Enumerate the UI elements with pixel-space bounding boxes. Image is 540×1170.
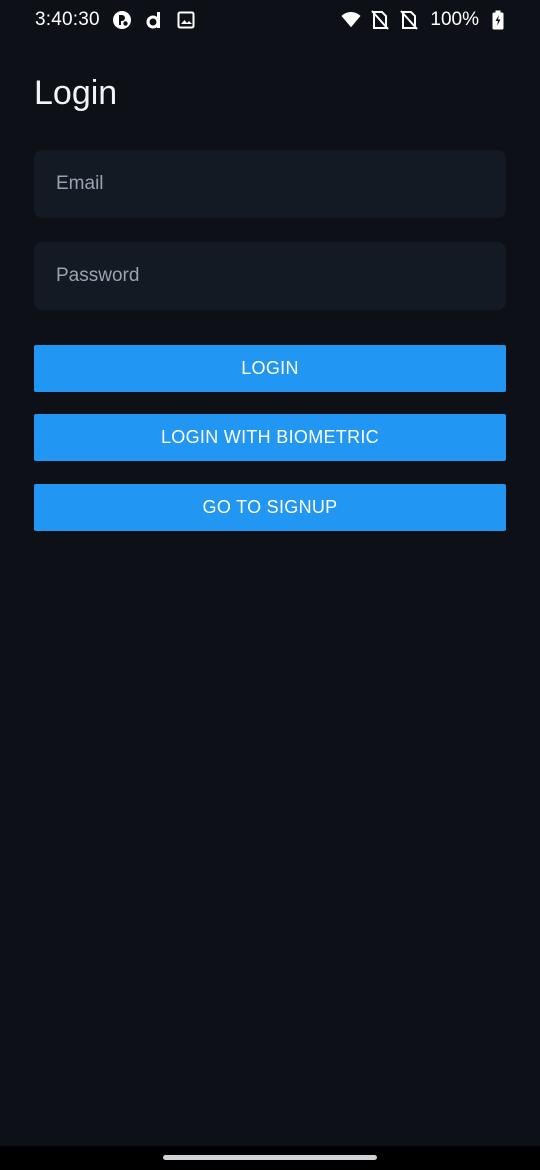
battery-percentage: 100% — [430, 9, 479, 30]
no-sim-icon — [370, 10, 390, 30]
status-right: 100% — [341, 9, 508, 31]
status-time: 3:40:30 — [35, 9, 100, 30]
password-field[interactable] — [34, 242, 506, 310]
status-left: 3:40:30 — [35, 9, 196, 31]
page-title: Login — [34, 74, 118, 112]
status-bar: 3:40:30 100% — [0, 0, 540, 40]
battery-charging-icon — [488, 10, 508, 30]
login-screen: 3:40:30 100% Login Email LOGIN LOGIN WIT… — [0, 0, 540, 1170]
email-field[interactable] — [34, 150, 506, 218]
wifi-icon — [341, 10, 361, 30]
navigation-bar — [0, 1146, 540, 1170]
home-indicator[interactable] — [163, 1155, 377, 1160]
d-app-icon — [144, 10, 164, 30]
image-icon — [176, 10, 196, 30]
login-button[interactable]: LOGIN — [34, 345, 506, 392]
app-notification-icon — [112, 10, 132, 30]
no-sim-icon — [399, 10, 419, 30]
login-with-biometric-button[interactable]: LOGIN WITH BIOMETRIC — [34, 414, 506, 461]
go-to-signup-button[interactable]: GO TO SIGNUP — [34, 484, 506, 531]
